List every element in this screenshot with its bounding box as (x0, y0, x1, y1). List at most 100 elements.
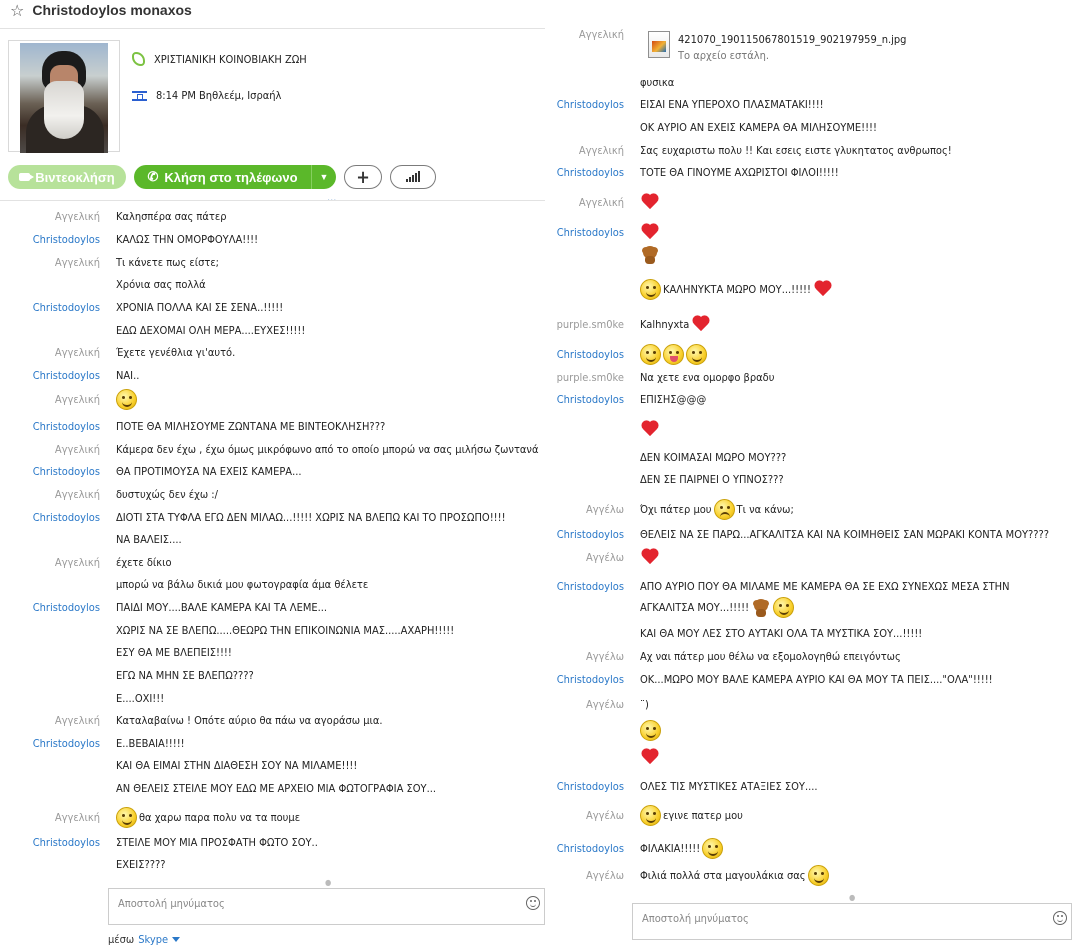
chat-message[interactable]: Christodoylos ΝΑΙ.. (0, 364, 545, 386)
chat-message[interactable]: ΑΝ ΘΕΛΕΙΣ ΣΤΕΙΛΕ ΜΟΥ ΕΔΩ ΜΕ ΑΡΧΕΙΟ ΜΙΑ Φ… (0, 777, 545, 799)
message-sender[interactable]: Αγγέλω (545, 809, 640, 822)
chat-message[interactable]: ΕΔΩ ΔΕΧΟΜΑΙ ΟΛΗ ΜΕΡΑ....ΕΥΧΕΣ!!!!! (0, 319, 545, 341)
chat-message[interactable]: Αγγελική Καταλαβαίνω ! Οπότε αύριο θα πάω… (0, 709, 545, 731)
image-file-icon[interactable] (648, 31, 670, 58)
message-sender[interactable]: Christodoylos (545, 98, 640, 111)
chat-message[interactable]: Αγγελική Έχετε γενέθλια γι'αυτό. (0, 341, 545, 363)
chat-message[interactable]: ΚΑΙ ΘΑ ΕΙΜΑΙ ΣΤΗΝ ΔΙΑΘΕΣΗ ΣΟΥ ΝΑ ΜΙΛΑΜΕ!… (0, 754, 545, 776)
chat-message[interactable]: ΚΑΛΗΝΥΚΤΑ ΜΩΡΟ ΜΟΥ...!!!!! (545, 278, 1080, 300)
message-sender[interactable]: Christodoylos (0, 737, 116, 750)
message-sender[interactable]: Αγγελική (0, 556, 116, 569)
chat-message[interactable]: μπορώ να βάλω δικιά μου φωτογραφία άμα θ… (0, 573, 545, 595)
chat-message[interactable]: ΔΕΝ ΣΕ ΠΑΙΡΝΕΙ Ο ΥΠΝΟΣ??? (545, 468, 1080, 490)
chat-message[interactable]: Αγγελική Καλησπέρα σας πάτερ (0, 205, 545, 227)
chat-message[interactable]: Christodoylos (545, 343, 1080, 365)
message-sender[interactable]: Christodoylos (0, 836, 116, 849)
chat-message[interactable]: ΝΑ ΒΑΛΕΙΣ.... (0, 528, 545, 550)
emoticon-picker-icon[interactable] (526, 896, 540, 910)
chat-message[interactable]: ΟΚ ΑΥΡΙΟ ΑΝ ΕΧΕΙΣ ΚΑΜΕΡΑ ΘΑ ΜΙΛΗΣΟΥΜΕ!!!… (545, 116, 1080, 138)
chat-message[interactable]: Christodoylos ΠΟΤΕ ΘΑ ΜΙΛΗΣΟΥΜΕ ΖΩΝΤΑΝΑ Μ… (0, 415, 545, 437)
chat-message[interactable]: Christodoylos ΑΠΟ ΑΥΡΙΟ ΠΟΥ ΘΑ ΜΙΛΑΜΕ ΜΕ … (545, 575, 1080, 597)
add-button[interactable]: + (344, 165, 382, 189)
chat-message[interactable] (545, 418, 1080, 440)
chat-message[interactable]: ΑΓΚΑΛΙΤΣΑ ΜΟΥ...!!!!! (545, 596, 1080, 618)
message-sender[interactable]: Christodoylos (545, 673, 640, 686)
message-sender[interactable]: Christodoylos (0, 420, 116, 433)
chat-message[interactable]: Christodoylos ΕΙΣΑΙ ΕΝΑ ΥΠΕΡΟΧΟ ΠΛΑΣΜΑΤΑΚ… (545, 93, 1080, 115)
chat-message[interactable]: Αγγέλω Αχ ναι πάτερ μου θέλω να εξομολογη… (545, 645, 1080, 667)
message-sender[interactable]: Αγγέλω (545, 869, 640, 882)
message-sender[interactable]: Christodoylos (545, 842, 640, 855)
message-sender[interactable]: Christodoylos (545, 348, 640, 361)
chat-message[interactable]: ΧΩΡΙΣ ΝΑ ΣΕ ΒΛΕΠΩ.....ΘΕΩΡΩ ΤΗΝ ΕΠΙΚΟΙΝΩ… (0, 619, 545, 641)
chat-message[interactable]: φυσικα (545, 71, 1080, 93)
chat-message[interactable]: Αγγελική (0, 388, 545, 410)
message-sender[interactable]: Αγγέλω (545, 698, 640, 711)
chat-message[interactable]: Αγγέλω (545, 546, 1080, 568)
chat-message[interactable]: Christodoylos ΘΕΛΕΙΣ ΝΑ ΣΕ ΠΑΡΩ...ΑΓΚΑΛΙΤ… (545, 523, 1080, 545)
chat-message[interactable] (545, 719, 1080, 741)
chat-message[interactable]: Αγγέλω εγινε πατερ μου (545, 804, 1080, 826)
chat-message[interactable]: Christodoylos ΣΤΕΙΛΕ ΜΟΥ ΜΙΑ ΠΡΟΣΦΑΤΗ ΦΩΤ… (0, 831, 545, 853)
chat-message[interactable]: Αγγελική (545, 191, 1080, 213)
chat-message[interactable]: Christodoylos (545, 221, 1080, 243)
chat-message[interactable]: Αγγέλω ¨) (545, 693, 1080, 715)
message-sender[interactable]: purple.sm0ke (545, 371, 640, 384)
chat-message[interactable] (545, 746, 1080, 768)
chat-message[interactable]: Christodoylos ΘΑ ΠΡΟΤΙΜΟΥΣΑ ΝΑ ΕΧΕΙΣ ΚΑΜΕ… (0, 460, 545, 482)
call-options-chevron-down-icon[interactable]: ▼ (312, 172, 336, 182)
message-sender[interactable]: Αγγέλω (545, 503, 640, 516)
chat-message[interactable]: Αγγελική Σας ευχαριστω πολυ !! Και εσεις … (545, 139, 1080, 161)
message-sender[interactable]: Αγγελική (0, 811, 116, 824)
favorite-star-icon[interactable]: ☆ (10, 1, 24, 20)
phone-call-button[interactable]: ✆ Κλήση στο τηλέφωνο ▼ (134, 165, 336, 189)
avatar[interactable] (8, 40, 120, 153)
message-sender[interactable]: Christodoylos (545, 393, 640, 406)
call-quality-signal-button[interactable] (390, 165, 436, 189)
message-sender[interactable]: Christodoylos (545, 580, 640, 593)
more-options-dots[interactable]: ... (327, 191, 336, 204)
chat-message[interactable]: Christodoylos ΚΑΛΩΣ ΤΗΝ ΟΜΟΡΦΟΥΛΑ!!!! (0, 228, 545, 250)
message-sender[interactable]: Αγγελική (0, 393, 116, 406)
file-name[interactable]: 421070_190115067801519_902197959_n.jpg (678, 33, 906, 46)
message-input[interactable]: Αποστολή μηνύματος (108, 888, 545, 925)
chat-message[interactable]: Christodoylos ΔΙΟΤΙ ΣΤΑ ΤΥΦΛΑ ΕΓΩ ΔΕΝ ΜΙΛ… (0, 506, 545, 528)
message-sender[interactable]: Christodoylos (0, 233, 116, 246)
chevron-down-icon[interactable] (172, 937, 181, 942)
chat-message[interactable]: ΕΧΕΙΣ???? (0, 853, 545, 875)
chat-message[interactable]: Αγγελική δυστυχώς δεν έχω :/ (0, 483, 545, 505)
chat-message[interactable]: ΕΓΩ ΝΑ ΜΗΝ ΣΕ ΒΛΕΠΩ???? (0, 664, 545, 686)
message-input[interactable]: Αποστολή μηνύματος (632, 903, 1072, 940)
message-sender[interactable]: Αγγελική (0, 256, 116, 269)
chat-message[interactable]: Ε....ΟΧΙ!!! (0, 687, 545, 709)
chat-message[interactable]: Αγγελική Κάμερα δεν έχω , έχω όμως μικρόφ… (0, 438, 545, 460)
message-sender[interactable]: Christodoylos (545, 780, 640, 793)
chat-message[interactable]: Αγγέλω Όχι πάτερ μου Τι να κάνω; (545, 498, 1080, 520)
chat-message[interactable]: Christodoylos ΧΡΟΝΙΑ ΠΟΛΛΑ ΚΑΙ ΣΕ ΣΕΝΑ..!… (0, 296, 545, 318)
chat-message[interactable]: Αγγελική θα χαρω παρα πολυ να τα πουμε (0, 806, 545, 828)
chat-message[interactable]: Christodoylos ΟΚ...ΜΩΡΟ ΜΟΥ ΒΑΛΕ ΚΑΜΕΡΑ Α… (545, 668, 1080, 690)
chat-message[interactable]: Χρόνια σας πολλά (0, 273, 545, 295)
message-sender[interactable]: Christodoylos (0, 465, 116, 478)
message-sender[interactable]: Αγγελική (545, 196, 640, 209)
chat-message[interactable]: Christodoylos ΤΟΤΕ ΘΑ ΓΙΝΟΥΜΕ ΑΧΩΡΙΣΤΟΙ Φ… (545, 161, 1080, 183)
chat-message[interactable]: ΚΑΙ ΘΑ ΜΟΥ ΛΕΣ ΣΤΟ ΑΥΤΑΚΙ ΟΛΑ ΤΑ ΜΥΣΤΙΚΑ… (545, 622, 1080, 644)
message-sender[interactable]: Αγγελική (0, 488, 116, 501)
chat-message[interactable]: Christodoylos Ε..ΒΕΒΑΙΑ!!!!! (0, 732, 545, 754)
message-sender[interactable]: Christodoylos (0, 511, 116, 524)
chat-message[interactable]: Christodoylos ΟΛΕΣ ΤΙΣ ΜΥΣΤΙΚΕΣ ΑΤΑΞΙΕΣ Σ… (545, 775, 1080, 797)
message-sender[interactable]: Αγγελική (0, 714, 116, 727)
chat-message[interactable]: Αγγελική έχετε δίκιο (0, 551, 545, 573)
message-sender[interactable]: Αγγελική (0, 346, 116, 359)
message-sender[interactable]: Christodoylos (0, 369, 116, 382)
message-sender[interactable]: Christodoylos (545, 166, 640, 179)
message-sender[interactable]: Αγγελική (0, 210, 116, 223)
chat-message[interactable]: purple.sm0ke Kalhnyxta (545, 313, 1080, 335)
resize-grip-icon[interactable]: ● (325, 878, 331, 887)
message-sender[interactable]: Αγγελική (545, 144, 640, 157)
message-sender[interactable]: Christodoylos (545, 226, 640, 239)
message-sender[interactable]: Αγγέλω (545, 551, 640, 564)
message-sender[interactable]: Christodoylos (0, 301, 116, 314)
chat-message[interactable]: Christodoylos ΕΠΙΣΗΣ@@@ (545, 388, 1080, 410)
message-sender[interactable]: Αγγελική (0, 443, 116, 456)
